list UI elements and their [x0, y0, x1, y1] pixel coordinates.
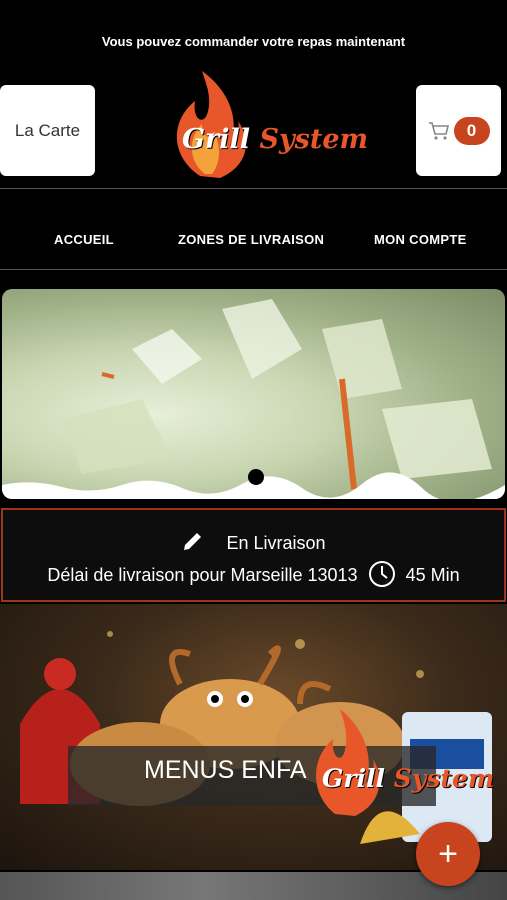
divider: [0, 269, 507, 270]
delivery-status-label: En Livraison: [226, 533, 326, 553]
promo-text: Vous pouvez commander votre repas mainte…: [101, 34, 406, 49]
watermark-text-grill: Grill: [322, 764, 386, 793]
grill-system-logo[interactable]: Grill System: [160, 66, 368, 186]
delivery-status: En Livraison: [3, 529, 504, 554]
clock-icon: [368, 561, 395, 587]
watermark-logo-text: Grill System: [322, 764, 494, 793]
logo-text: Grill System: [182, 124, 368, 155]
slider-indicator-dot[interactable]: [248, 469, 264, 485]
nav-item-accueil[interactable]: ACCUEIL: [54, 232, 114, 247]
cart-count-badge: 0: [453, 116, 490, 145]
delivery-delay: Délai de livraison pour Marseille 13013 …: [3, 559, 504, 589]
logo-text-grill: Grill: [182, 124, 251, 155]
cart-button[interactable]: 0: [416, 85, 501, 176]
cart-icon: [428, 121, 449, 140]
delivery-delay-label: Délai de livraison pour Marseille 13013: [47, 565, 358, 585]
la-carte-button[interactable]: La Carte: [0, 85, 95, 176]
divider: [0, 188, 507, 189]
delivery-time: 45 Min: [405, 565, 460, 585]
delivery-info-box: En Livraison Délai de livraison pour Mar…: [1, 508, 506, 602]
nav-item-mon-compte[interactable]: MON COMPTE: [374, 232, 467, 247]
add-button[interactable]: +: [416, 822, 480, 886]
nav-item-zones-de-livraison[interactable]: ZONES DE LIVRAISON: [178, 232, 324, 247]
logo-text-system: System: [259, 124, 369, 155]
menu-label: MENUS ENFA: [144, 756, 307, 784]
salad-image: [2, 299, 505, 499]
hero-slider[interactable]: [2, 289, 505, 499]
main-nav: ACCUEIL ZONES DE LIVRAISON MON COMPTE: [0, 232, 507, 252]
pencil-icon: [184, 531, 203, 550]
watermark-text-system: System: [393, 764, 495, 793]
